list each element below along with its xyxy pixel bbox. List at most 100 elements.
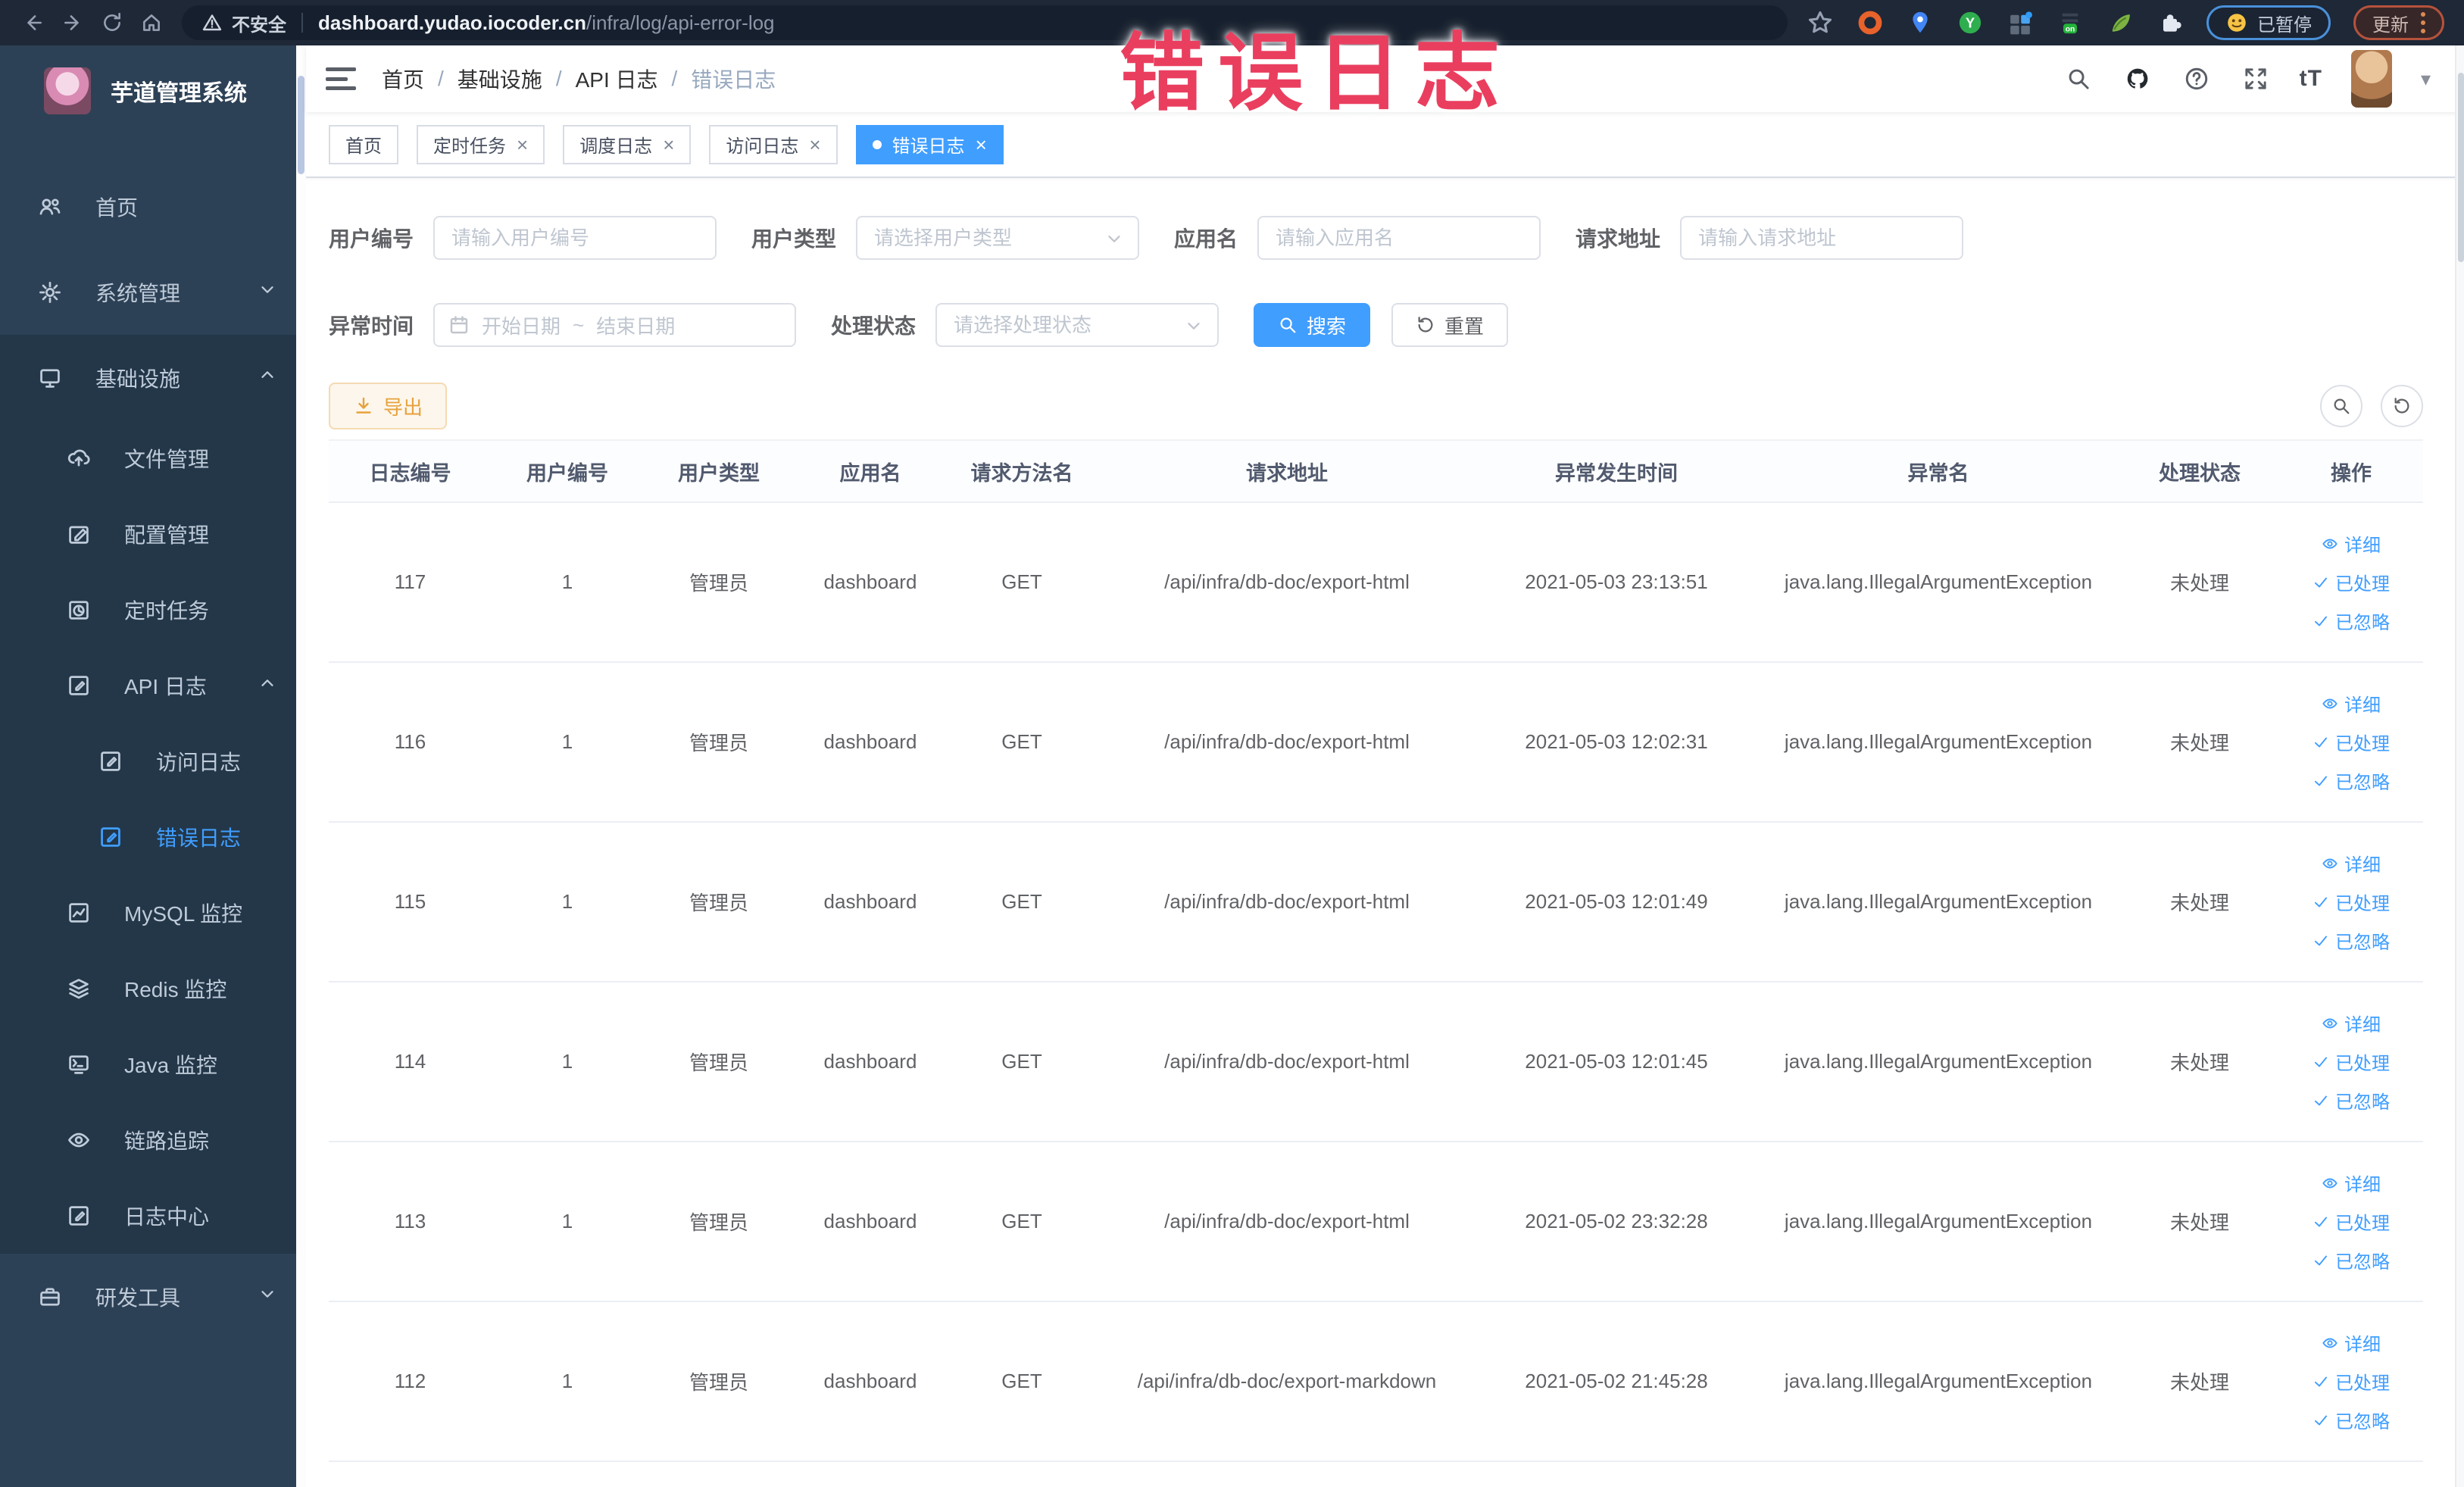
date-range-picker[interactable]: 开始日期 ~ 结束日期 <box>433 303 797 347</box>
search-button[interactable]: 搜索 <box>1254 303 1371 347</box>
filter-process-status: 处理状态 <box>831 303 1220 347</box>
export-button[interactable]: 导出 <box>329 383 448 430</box>
fullscreen-icon[interactable] <box>2241 64 2271 94</box>
page-scrollbar-thumb[interactable] <box>2458 73 2464 262</box>
extension-puzzle-icon[interactable] <box>2156 9 2184 36</box>
tab-dispatch-log[interactable]: 调度日志 × <box>563 124 692 164</box>
sidebar-item-redis-monitor[interactable]: Redis 监控 <box>0 951 306 1026</box>
request-url-input[interactable] <box>1680 216 1964 260</box>
close-icon[interactable]: × <box>976 135 987 155</box>
user-type-select[interactable] <box>856 216 1140 260</box>
app-name-input[interactable] <box>1257 216 1541 260</box>
sidebar-item-java-monitor[interactable]: Java 监控 <box>0 1026 306 1102</box>
mark-processed-link[interactable]: 已处理 <box>2313 569 2390 595</box>
close-icon[interactable]: × <box>517 135 528 155</box>
column-header: 请求地址 <box>1246 461 1328 485</box>
sidebar-item-access-log[interactable]: 访问日志 <box>0 723 306 799</box>
user-id-input[interactable] <box>433 216 717 260</box>
filter-request-url: 请求地址 <box>1576 216 1964 260</box>
header-search-icon[interactable] <box>2063 64 2094 94</box>
sidebar-item-mysql-monitor[interactable]: MySQL 监控 <box>0 875 306 951</box>
detail-link[interactable]: 详细 <box>2322 850 2381 876</box>
tab-scheduled-jobs[interactable]: 定时任务 × <box>417 124 545 164</box>
mark-ignored-link[interactable]: 已忽略 <box>2313 608 2390 634</box>
sidebar-item-trace[interactable]: 链路追踪 <box>0 1102 306 1178</box>
chevron-up-icon <box>258 365 277 390</box>
tab-access-log[interactable]: 访问日志 × <box>709 124 838 164</box>
page-scrollbar[interactable] <box>2455 45 2464 1487</box>
method-cell: GET <box>1001 1210 1042 1232</box>
mark-processed-link[interactable]: 已处理 <box>2313 729 2390 755</box>
table-row: 115 1 管理员 dashboard GET /api/infra/db-do… <box>329 823 2423 982</box>
sidebar-item-file-management[interactable]: 文件管理 <box>0 420 306 496</box>
sidebar-item-dev-tools[interactable]: 研发工具 <box>0 1254 306 1339</box>
chevron-down-icon <box>258 1284 277 1309</box>
sidebar-item-log-center[interactable]: 日志中心 <box>0 1178 306 1254</box>
reset-button[interactable]: 重置 <box>1391 303 1509 347</box>
extension-location-pin-icon[interactable] <box>1907 9 1934 36</box>
browser-back-button[interactable] <box>17 6 50 39</box>
process-status-select[interactable] <box>935 303 1220 347</box>
table-row: 113 1 管理员 dashboard GET /api/infra/db-do… <box>329 1142 2423 1302</box>
extension-grid-icon[interactable] <box>2006 9 2034 36</box>
close-icon[interactable]: × <box>663 135 674 155</box>
sidebar-item-api-log[interactable]: API 日志 <box>0 648 306 723</box>
sidebar-item-scheduled-jobs[interactable]: 定时任务 <box>0 572 306 648</box>
bookmark-star-icon[interactable] <box>1807 9 1834 36</box>
address-bar[interactable]: 不安全 dashboard.yudao.iocoder.cn /infra/lo… <box>182 5 1788 40</box>
sidebar-item-system-management[interactable]: 系统管理 <box>0 249 306 335</box>
sidebar-item-home[interactable]: 首页 <box>0 164 306 249</box>
browser-menu-icon[interactable] <box>2421 12 2425 33</box>
extension-paused-badge[interactable]: 已暂停 <box>2206 5 2331 40</box>
hamburger-menu-icon[interactable] <box>326 66 356 92</box>
sidebar-scrollbar-thumb[interactable] <box>298 76 304 174</box>
browser-reload-button[interactable] <box>95 6 129 39</box>
mark-ignored-link[interactable]: 已忽略 <box>2313 927 2390 954</box>
tab-label: 定时任务 <box>433 136 506 157</box>
extension-on-toggle-icon[interactable]: on <box>2056 9 2084 36</box>
extension-leaf-icon[interactable] <box>2106 9 2134 36</box>
avatar-caret-icon[interactable]: ▾ <box>2421 67 2431 91</box>
sidebar-item-error-log[interactable]: 错误日志 <box>0 799 306 875</box>
navbar-actions: tT ▾ <box>2063 50 2431 108</box>
breadcrumb-item-infrastructure[interactable]: 基础设施 <box>458 64 542 94</box>
mark-processed-link[interactable]: 已处理 <box>2313 1048 2390 1075</box>
extension-green-circle-icon[interactable]: Y <box>1957 9 1984 36</box>
breadcrumb-item-api-log[interactable]: API 日志 <box>576 64 658 94</box>
app-logo-row[interactable]: 芋道管理系统 <box>0 45 306 136</box>
sidebar-item-config-management[interactable]: 配置管理 <box>0 496 306 572</box>
error-time-cell: 2021-05-02 23:32:28 <box>1525 1210 1708 1232</box>
detail-link[interactable]: 详细 <box>2322 1329 2381 1356</box>
start-date-placeholder[interactable]: 开始日期 <box>482 311 561 339</box>
browser-update-button[interactable]: 更新 <box>2353 5 2444 40</box>
mark-ignored-link[interactable]: 已忽略 <box>2313 1407 2390 1433</box>
sidebar-scrollbar[interactable] <box>296 45 306 1487</box>
column-header: 用户编号 <box>526 461 608 485</box>
tab-error-log[interactable]: 错误日志 × <box>855 124 1004 164</box>
mark-processed-link[interactable]: 已处理 <box>2313 889 2390 915</box>
end-date-placeholder[interactable]: 结束日期 <box>596 311 675 339</box>
toggle-search-button[interactable] <box>2320 385 2363 427</box>
mark-ignored-link[interactable]: 已忽略 <box>2313 767 2390 794</box>
extension-orange-ring-icon[interactable] <box>1857 9 1884 36</box>
sidebar-item-infrastructure[interactable]: 基础设施 <box>0 335 306 420</box>
github-icon[interactable] <box>2122 64 2153 94</box>
detail-link[interactable]: 详细 <box>2322 1170 2381 1196</box>
browser-home-button[interactable] <box>135 6 168 39</box>
user-avatar[interactable] <box>2350 50 2392 108</box>
detail-link[interactable]: 详细 <box>2322 690 2381 717</box>
font-size-icon[interactable]: tT <box>2300 66 2322 92</box>
help-icon[interactable] <box>2181 64 2212 94</box>
mark-ignored-link[interactable]: 已忽略 <box>2313 1247 2390 1273</box>
browser-forward-button[interactable] <box>56 6 89 39</box>
mark-ignored-link[interactable]: 已忽略 <box>2313 1087 2390 1114</box>
tab-home[interactable]: 首页 <box>329 124 398 164</box>
mark-processed-link[interactable]: 已处理 <box>2313 1208 2390 1235</box>
detail-link[interactable]: 详细 <box>2322 530 2381 557</box>
security-warning[interactable]: 不安全 <box>201 10 286 36</box>
close-icon[interactable]: × <box>809 135 820 155</box>
refresh-table-button[interactable] <box>2381 385 2423 427</box>
breadcrumb-item-home[interactable]: 首页 <box>382 64 424 94</box>
mark-processed-link[interactable]: 已处理 <box>2313 1368 2390 1395</box>
detail-link[interactable]: 详细 <box>2322 1010 2381 1036</box>
